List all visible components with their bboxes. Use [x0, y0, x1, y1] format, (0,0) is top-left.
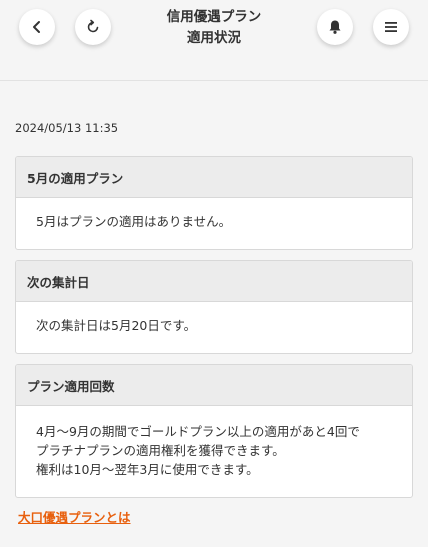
- card-body: 5月はプランの適用はありません。: [16, 198, 412, 231]
- card-text-line: 5月はプランの適用はありません。: [36, 214, 232, 229]
- back-button[interactable]: [19, 9, 55, 45]
- page-title-line-1: 信用優遇プラン: [166, 9, 262, 25]
- card-body: 4月〜9月の期間でゴールドプラン以上の適用があと4回で プラチナプランの適用権利…: [16, 406, 412, 479]
- current-month-plan-card: 5月の適用プラン 5月はプランの適用はありません。: [15, 156, 413, 250]
- bell-icon: [329, 20, 341, 34]
- card-text-line: 次の集計日は5月20日です。: [36, 318, 197, 333]
- page-title: 信用優遇プラン 適用状況: [110, 7, 318, 49]
- card-text-line: 4月〜9月の期間でゴールドプラン以上の適用があと4回で: [36, 424, 360, 439]
- card-body: 次の集計日は5月20日です。: [16, 302, 412, 335]
- notifications-button[interactable]: [317, 9, 353, 45]
- app-header: 信用優遇プラン 適用状況: [0, 0, 428, 81]
- page-title-line-2: 適用状況: [187, 30, 241, 46]
- hamburger-menu-icon: [385, 22, 397, 32]
- refresh-icon: [87, 19, 99, 33]
- reload-button[interactable]: [75, 9, 111, 45]
- chevron-left-icon: [33, 21, 40, 33]
- large-account-plan-link[interactable]: 大口優遇プランとは: [18, 507, 131, 526]
- card-text-line: プラチナプランの適用権利を獲得できます。: [36, 443, 285, 458]
- card-heading: 次の集計日: [16, 261, 412, 302]
- card-heading: プラン適用回数: [16, 365, 412, 406]
- card-heading: 5月の適用プラン: [16, 157, 412, 198]
- card-text-line: 権利は10月〜翌年3月に使用できます。: [36, 462, 259, 477]
- menu-button[interactable]: [373, 9, 409, 45]
- plan-application-count-card: プラン適用回数 4月〜9月の期間でゴールドプラン以上の適用があと4回で プラチナ…: [15, 364, 413, 498]
- next-tally-date-card: 次の集計日 次の集計日は5月20日です。: [15, 260, 413, 354]
- updated-timestamp: 2024/05/13 11:35: [15, 121, 119, 135]
